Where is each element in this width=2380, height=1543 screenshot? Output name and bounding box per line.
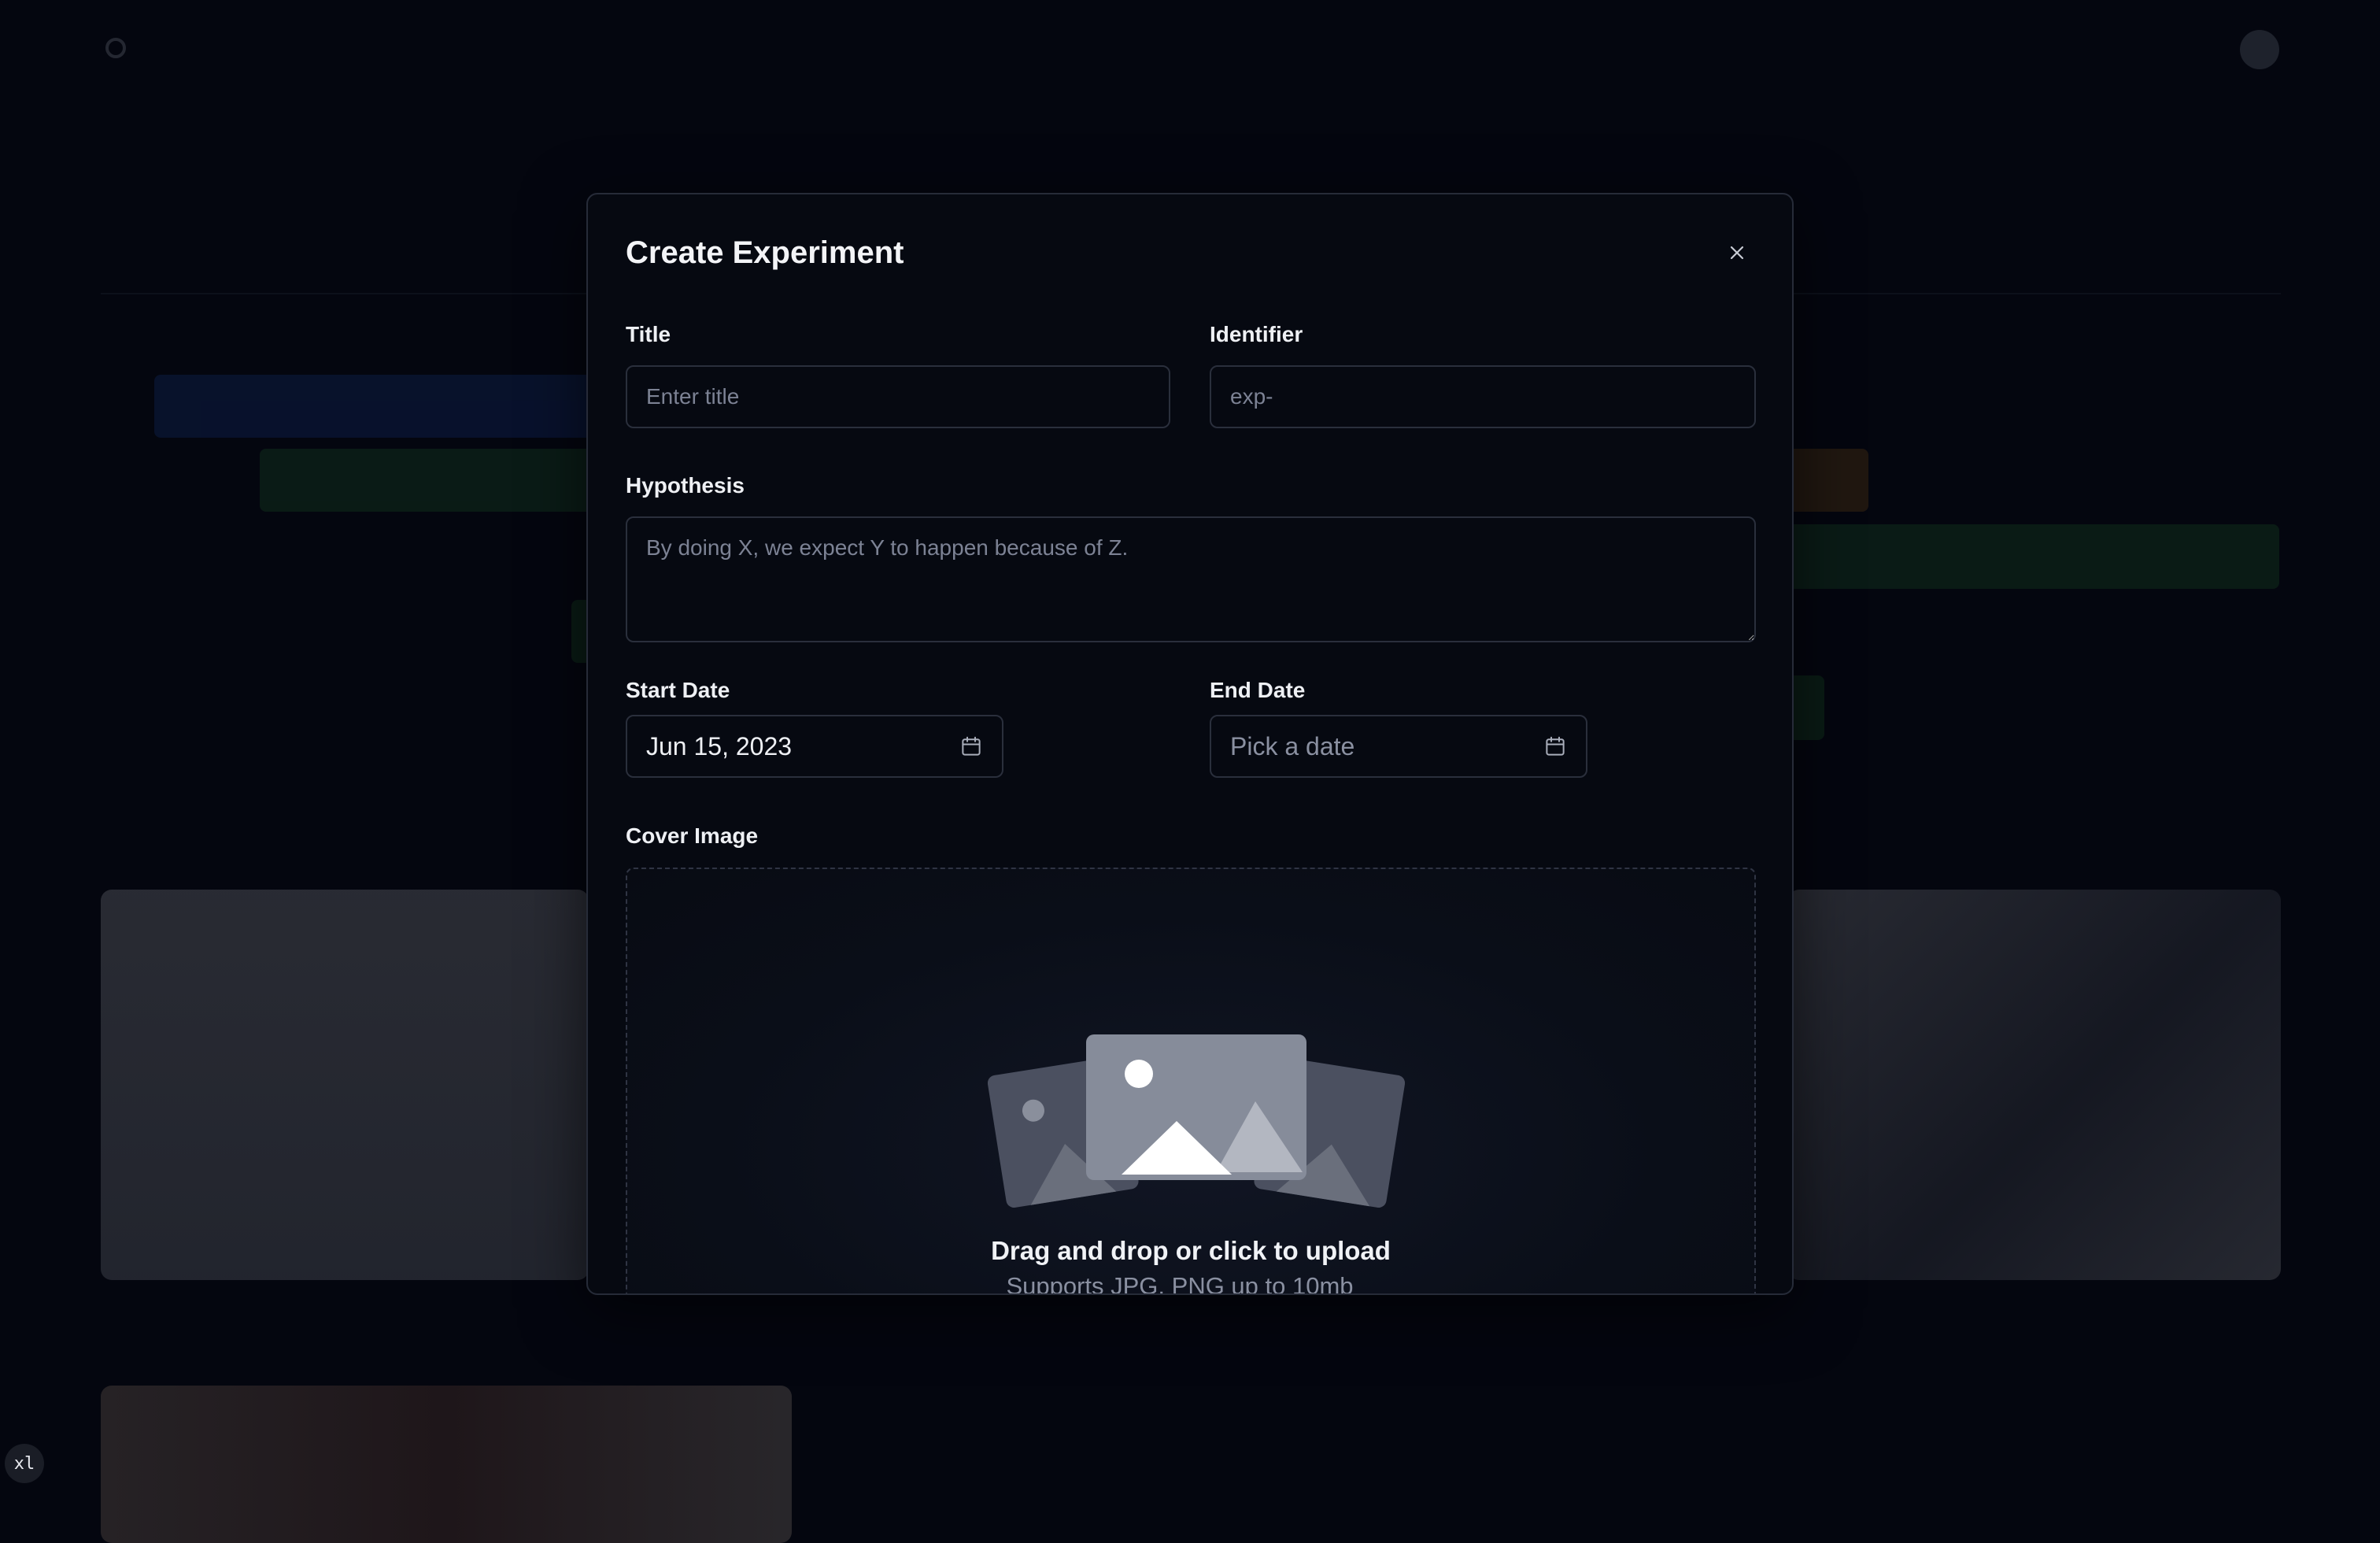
experiment-card-image [101,890,589,1280]
end-date-label: End Date [1210,678,1306,702]
create-experiment-dialog: Create Experiment Title Identifier Hypot… [586,193,1794,1295]
experiment-card-image [1788,890,2281,1280]
app-logo-icon [105,38,126,58]
calendar-icon [962,736,981,756]
hypothesis-textarea[interactable] [626,516,1756,642]
title-label: Title [626,322,671,346]
breakpoint-badge: xl [5,1444,44,1483]
experiment-card-image [101,1386,792,1543]
title-input[interactable] [626,365,1170,428]
end-date-placeholder: Pick a date [1230,731,1355,760]
timeline-bar [154,375,595,438]
identifier-label: Identifier [1210,322,1303,346]
avatar [2240,30,2279,69]
image-placeholder-icon [988,1034,1405,1208]
calendar-icon [1546,736,1565,756]
cover-image-dropzone[interactable]: Drag and drop or click to upload Support… [626,868,1756,1293]
timeline-bar [260,449,606,512]
start-date-label: Start Date [626,678,730,702]
dropzone-subtitle: Supports JPG, PNG up to 10mb [1006,1272,1354,1295]
start-date-value: Jun 15, 2023 [646,731,793,760]
identifier-input[interactable] [1210,365,1756,428]
dialog-title: Create Experiment [626,235,904,270]
end-date-picker[interactable]: Pick a date [1210,715,1587,778]
timeline-bar [1787,449,1868,512]
dropzone-title: Drag and drop or click to upload [991,1236,1391,1265]
close-button[interactable] [1720,235,1754,270]
close-icon [1730,246,1744,260]
start-date-picker[interactable]: Jun 15, 2023 [626,715,1003,778]
hypothesis-label: Hypothesis [626,473,745,498]
cover-image-label: Cover Image [626,823,759,848]
timeline-bar [1787,524,2279,589]
